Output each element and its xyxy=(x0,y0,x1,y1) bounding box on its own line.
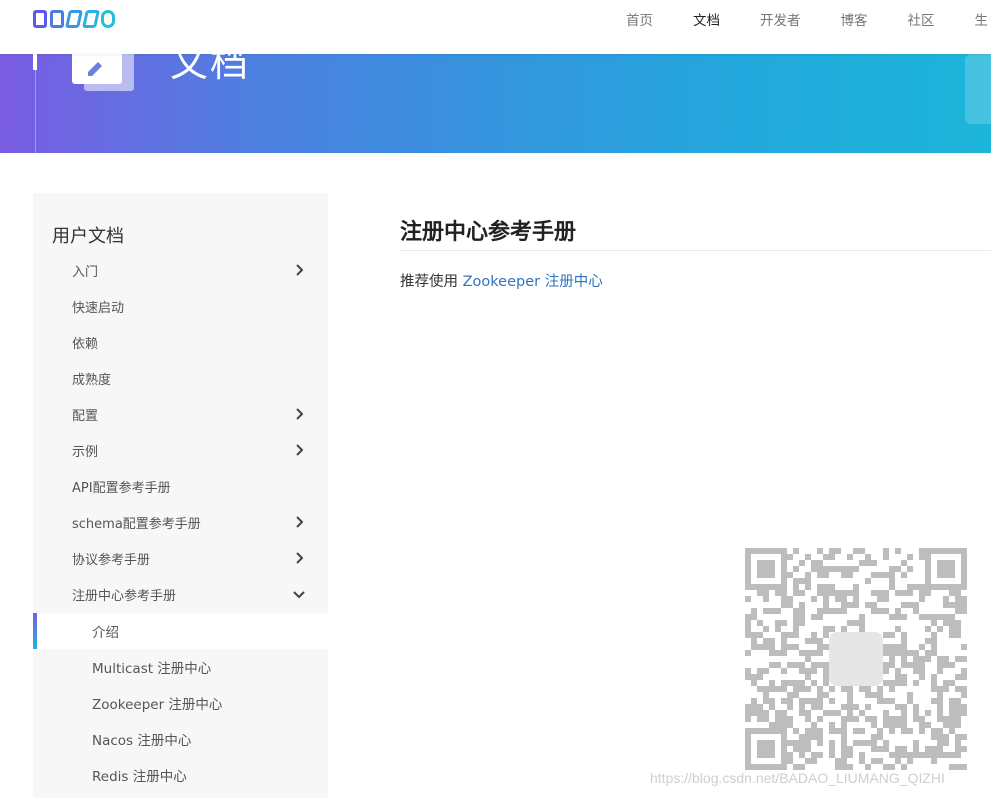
nav-ecosystem[interactable]: 生 xyxy=(975,12,989,30)
sidebar-subitem-label: Zookeeper 注册中心 xyxy=(92,697,223,713)
page-title: 注册中心参考手册 xyxy=(400,220,577,245)
sidebar-item-configuration[interactable]: 配置 xyxy=(33,396,328,432)
logo-letter xyxy=(50,10,64,28)
nav-home[interactable]: 首页 xyxy=(626,12,653,30)
sidebar-item-examples[interactable]: 示例 xyxy=(33,432,328,468)
docs-sidebar: 用户文档 入门 快速启动 依赖 成熟度 配置 示例 API配置参考手册 sche… xyxy=(33,193,328,798)
sidebar-item-label: 示例 xyxy=(72,444,99,460)
sidebar-item-protocol-reference[interactable]: 协议参考手册 xyxy=(33,540,328,576)
title-divider xyxy=(400,250,991,251)
sidebar-subitem-zookeeper[interactable]: Zookeeper 注册中心 xyxy=(33,685,328,721)
sidebar-subitem-multicast[interactable]: Multicast 注册中心 xyxy=(33,649,328,685)
sidebar-item-label: 成熟度 xyxy=(72,372,112,388)
sidebar-subitem-label: Multicast 注册中心 xyxy=(92,661,212,677)
sidebar-item-label: 依赖 xyxy=(72,336,99,352)
sidebar-item-label: schema配置参考手册 xyxy=(72,516,201,532)
sidebar-subitem-redis[interactable]: Redis 注册中心 xyxy=(33,757,328,793)
sidebar-subitem-label: Redis 注册中心 xyxy=(92,769,187,785)
chevron-right-icon xyxy=(296,264,304,276)
sidebar-item-label: 入门 xyxy=(72,264,99,280)
sidebar-item-label: 协议参考手册 xyxy=(72,552,151,568)
dubbo-logo[interactable] xyxy=(33,10,115,32)
sidebar-subitem-nacos[interactable]: Nacos 注册中心 xyxy=(33,721,328,757)
logo-letter xyxy=(101,10,115,28)
nav-developers[interactable]: 开发者 xyxy=(760,12,801,30)
sidebar-item-maturity[interactable]: 成熟度 xyxy=(33,360,328,396)
sidebar-item-quick-start[interactable]: 快速启动 xyxy=(33,288,328,324)
watermark-text: https://blog.csdn.net/BADAO_LIUMANG_QIZH… xyxy=(650,770,945,786)
nav-links: 首页 文档 开发者 博客 社区 生 xyxy=(626,12,991,30)
sidebar-subitem-label: 介绍 xyxy=(92,625,119,641)
nav-blog[interactable]: 博客 xyxy=(841,12,868,30)
banner-tick xyxy=(33,54,37,70)
sidebar-subitem-intro[interactable]: 介绍 xyxy=(33,613,328,649)
sidebar-item-registry-reference[interactable]: 注册中心参考手册 xyxy=(33,576,328,612)
sidebar-title: 用户文档 xyxy=(52,226,124,247)
logo-letter xyxy=(65,10,83,28)
sidebar-item-dependencies[interactable]: 依赖 xyxy=(33,324,328,360)
top-navbar: 首页 文档 开发者 博客 社区 生 xyxy=(0,0,991,54)
sidebar-item-label: API配置参考手册 xyxy=(72,480,171,496)
banner-decoration xyxy=(965,54,991,124)
sidebar-item-getting-started[interactable]: 入门 xyxy=(33,252,328,288)
sidebar-item-api-reference[interactable]: API配置参考手册 xyxy=(33,468,328,504)
chevron-down-icon xyxy=(293,591,305,599)
sidebar-subitem-label: Nacos 注册中心 xyxy=(92,733,192,749)
edit-doc-icon xyxy=(72,54,122,84)
zookeeper-registry-link[interactable]: Zookeeper 注册中心 xyxy=(463,274,603,290)
chevron-right-icon xyxy=(296,444,304,456)
active-indicator xyxy=(33,613,37,649)
logo-letter xyxy=(82,10,100,28)
chevron-right-icon xyxy=(296,516,304,528)
sidebar-item-label: 快速启动 xyxy=(72,300,125,316)
sidebar-item-label: 注册中心参考手册 xyxy=(72,588,177,604)
chevron-right-icon xyxy=(296,408,304,420)
paragraph-text: 推荐使用 xyxy=(400,274,463,290)
sidebar-item-schema-reference[interactable]: schema配置参考手册 xyxy=(33,504,328,540)
docs-banner: 文档 xyxy=(0,54,991,153)
qr-code-image xyxy=(745,548,967,770)
sidebar-item-label: 配置 xyxy=(72,408,99,424)
nav-docs[interactable]: 文档 xyxy=(693,12,720,30)
logo-letter xyxy=(33,10,47,28)
content-paragraph: 推荐使用 Zookeeper 注册中心 xyxy=(400,270,603,291)
nav-community[interactable]: 社区 xyxy=(908,12,935,30)
chevron-right-icon xyxy=(296,552,304,564)
banner-title: 文档 xyxy=(170,54,251,85)
